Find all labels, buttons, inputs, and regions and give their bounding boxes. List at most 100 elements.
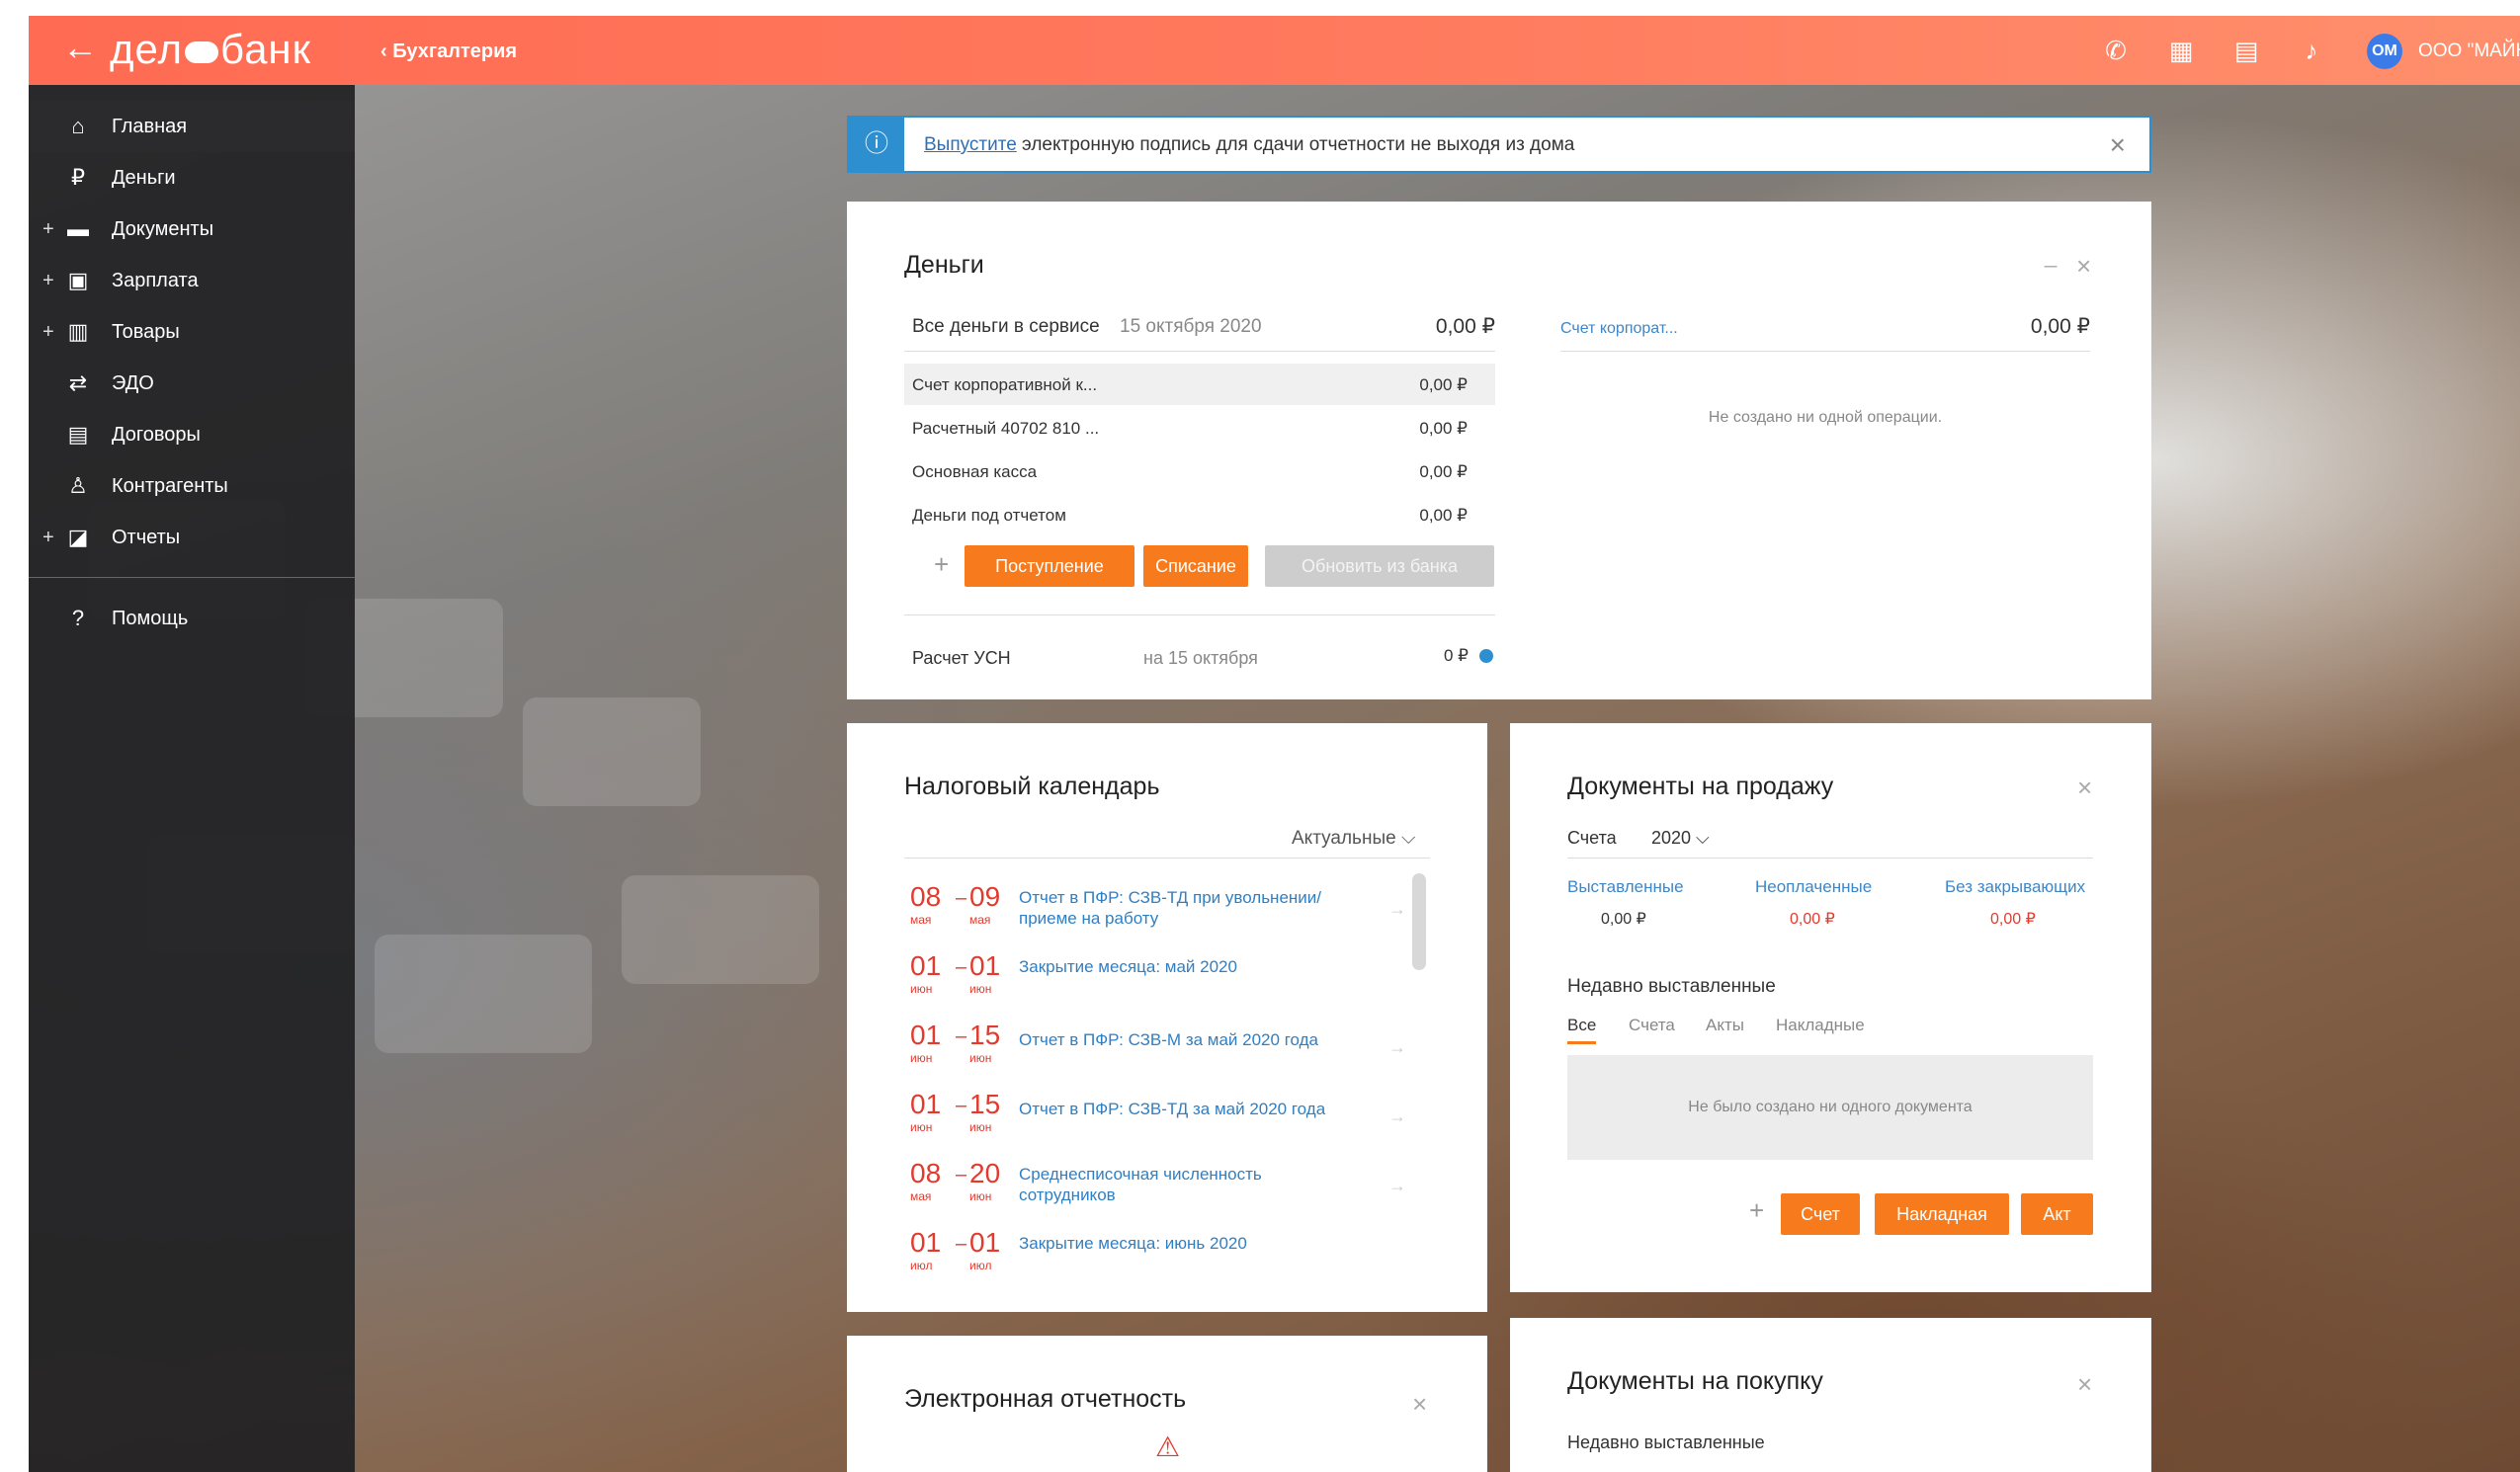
start-day: 01: [910, 1020, 942, 1050]
minimize-icon[interactable]: _: [2045, 243, 2057, 269]
folder-icon: ▬: [67, 216, 89, 241]
sidebar-item-documents[interactable]: + ▬ Документы: [29, 204, 355, 255]
account-row[interactable]: Счет корпоративной к... 0,00 ₽: [904, 364, 1495, 405]
close-icon[interactable]: ×: [2077, 773, 2092, 803]
check-icon: [1479, 649, 1493, 663]
date-dash: –: [956, 1025, 967, 1047]
breadcrumb-accounting[interactable]: ‹ Бухгалтерия: [380, 41, 517, 63]
phone-icon[interactable]: ✆: [2101, 36, 2131, 65]
event-title[interactable]: Отчет в ПФР: СЗВ-ТД при увольнении/ прие…: [1019, 887, 1375, 929]
organization-name[interactable]: ООО "МАЙКО: [2418, 41, 2520, 62]
expand-plus[interactable]: +: [42, 527, 54, 549]
back-arrow-icon[interactable]: ←: [62, 30, 98, 65]
end-day: 01: [969, 950, 1001, 981]
close-icon[interactable]: ×: [2110, 129, 2126, 161]
calendar-event[interactable]: 01 июн – 15 июн Отчет в ПФР: СЗВ-ТД за май…: [904, 1089, 1418, 1158]
edo-icon: ⇄: [68, 370, 88, 395]
widget-title: Электронная отчетность: [904, 1385, 1187, 1413]
issued-value: 0,00 ₽: [1601, 911, 1646, 928]
date-dash: –: [956, 956, 967, 978]
event-title[interactable]: Среднесписочная численность сотрудников: [1019, 1164, 1296, 1205]
tab-acts[interactable]: Акты: [1706, 1016, 1744, 1035]
start-day: 08: [910, 1158, 942, 1188]
expense-button[interactable]: Списание: [1143, 545, 1248, 587]
close-icon[interactable]: ×: [2077, 1369, 2092, 1400]
tab-waybills[interactable]: Накладные: [1776, 1016, 1865, 1035]
no-closing-docs-link[interactable]: Без закрывающих: [1945, 877, 2085, 897]
date-dash: –: [956, 1164, 967, 1186]
account-row[interactable]: Расчетный 40702 810 ... 0,00 ₽: [904, 407, 1495, 449]
selected-account-link[interactable]: Счет корпорат...: [1560, 320, 1678, 338]
header-icons: ✆ ▦ ▤ ♪ ✹: [2101, 36, 2392, 65]
create-waybill-button[interactable]: Накладная: [1875, 1193, 2009, 1235]
sidebar-item-home[interactable]: ⌂ Главная: [29, 101, 355, 152]
calendar-event[interactable]: 01 июн – 15 июн Отчет в ПФР: СЗВ-М за май …: [904, 1020, 1418, 1089]
calendar-event[interactable]: 08 мая – 20 июн Среднесписочная численност…: [904, 1158, 1418, 1227]
widget-title: Деньги: [904, 251, 984, 279]
update-from-bank-button[interactable]: Обновить из банка: [1265, 545, 1494, 587]
expand-plus[interactable]: +: [42, 270, 54, 292]
calendar-filter-dropdown[interactable]: Актуальные ⌵: [1292, 828, 1415, 850]
total-value: 0,00 ₽: [1435, 315, 1495, 338]
expand-plus[interactable]: +: [42, 218, 54, 241]
sidebar-item-reports[interactable]: + ◪ Отчеты: [29, 512, 355, 563]
divider: [904, 858, 1430, 859]
sidebar-item-goods[interactable]: + ▥ Товары: [29, 306, 355, 358]
issued-link[interactable]: Выставленные: [1567, 877, 1684, 897]
account-value: 0,00 ₽: [1419, 375, 1468, 394]
end-month: июн: [969, 1051, 992, 1065]
avatar[interactable]: ОМ: [2367, 34, 2402, 69]
income-button[interactable]: Поступление: [965, 545, 1134, 587]
logo[interactable]: дел банк: [110, 26, 311, 73]
start-day: 01: [910, 950, 942, 981]
expand-plus[interactable]: +: [42, 321, 54, 344]
event-title[interactable]: Закрытие месяца: июнь 2020: [1019, 1233, 1375, 1254]
sidebar-item-salary[interactable]: + ▣ Зарплата: [29, 255, 355, 306]
bell-icon[interactable]: ♪: [2297, 36, 2326, 65]
logo-text-right: банк: [219, 26, 312, 72]
end-day: 15: [969, 1020, 1001, 1050]
add-plus-icon[interactable]: +: [1749, 1195, 1764, 1226]
notice-link[interactable]: Выпустите: [924, 134, 1017, 155]
usn-label: Расчет УСН: [912, 648, 1011, 668]
event-title[interactable]: Отчет в ПФР: СЗВ-ТД за май 2020 года: [1019, 1099, 1375, 1119]
sales-documents-widget: Документы на продажу × Счета 2020 ⌵ Выст…: [1510, 723, 2151, 1292]
create-act-button[interactable]: Акт: [2021, 1193, 2093, 1235]
sidebar-item-money[interactable]: ₽ Деньги: [29, 152, 355, 204]
sidebar-item-label: Контрагенты: [112, 474, 228, 497]
total-label: Все деньги в сервисе: [912, 316, 1100, 337]
sidebar-item-contractors[interactable]: ♙ Контрагенты: [29, 460, 355, 512]
tab-all[interactable]: Все: [1567, 1016, 1597, 1044]
end-month: июн: [969, 982, 992, 996]
empty-documents-message: Не было создано ни одного документа: [1567, 1055, 2093, 1160]
unpaid-link[interactable]: Неоплаченные: [1755, 877, 1872, 897]
sidebar-item-contracts[interactable]: ▤ Договоры: [29, 409, 355, 460]
year-dropdown[interactable]: 2020 ⌵: [1651, 828, 1710, 849]
sidebar-divider: [29, 577, 355, 578]
close-icon[interactable]: ×: [2076, 251, 2091, 282]
account-row[interactable]: Деньги под отчетом 0,00 ₽: [904, 494, 1495, 535]
widget-title: Документы на продажу: [1567, 773, 1834, 800]
sidebar-item-help[interactable]: ? Помощь: [29, 593, 355, 644]
close-icon[interactable]: ×: [1412, 1389, 1427, 1420]
add-plus-icon[interactable]: +: [934, 549, 949, 580]
calendar-event[interactable]: 08 мая – 09 мая Отчет в ПФР: СЗВ-ТД при ув…: [904, 881, 1418, 950]
chat-icon[interactable]: ▤: [2231, 36, 2261, 65]
sidebar-item-label: Товары: [112, 320, 180, 343]
sidebar-item-edo[interactable]: ⇄ ЭДО: [29, 358, 355, 409]
arrow-right-icon: →: [1388, 1176, 1406, 1195]
start-day: 01: [910, 1227, 942, 1258]
divider: [1567, 858, 2093, 859]
money-widget: Деньги _ × Все деньги в сервисе 15 октяб…: [847, 202, 2151, 699]
event-title[interactable]: Отчет в ПФР: СЗВ-М за май 2020 года: [1019, 1029, 1375, 1050]
create-invoice-button[interactable]: Счет: [1781, 1193, 1860, 1235]
scrollbar[interactable]: [1412, 873, 1426, 970]
event-title[interactable]: Закрытие месяца: май 2020: [1019, 956, 1375, 977]
document-tabs: Все Счета Акты Накладные: [1567, 1016, 2093, 1044]
tab-invoices[interactable]: Счета: [1629, 1016, 1675, 1035]
calendar-event[interactable]: 01 июл – 01 июл Закрытие месяца: июнь 2020: [904, 1227, 1418, 1296]
tax-calendar-widget: Налоговый календарь Актуальные ⌵ 08 мая –…: [847, 723, 1487, 1312]
calculator-icon[interactable]: ▦: [2166, 36, 2196, 65]
account-row[interactable]: Основная касса 0,00 ₽: [904, 450, 1495, 492]
calendar-event[interactable]: 01 июн – 01 июн Закрытие месяца: май 2020: [904, 950, 1418, 1020]
